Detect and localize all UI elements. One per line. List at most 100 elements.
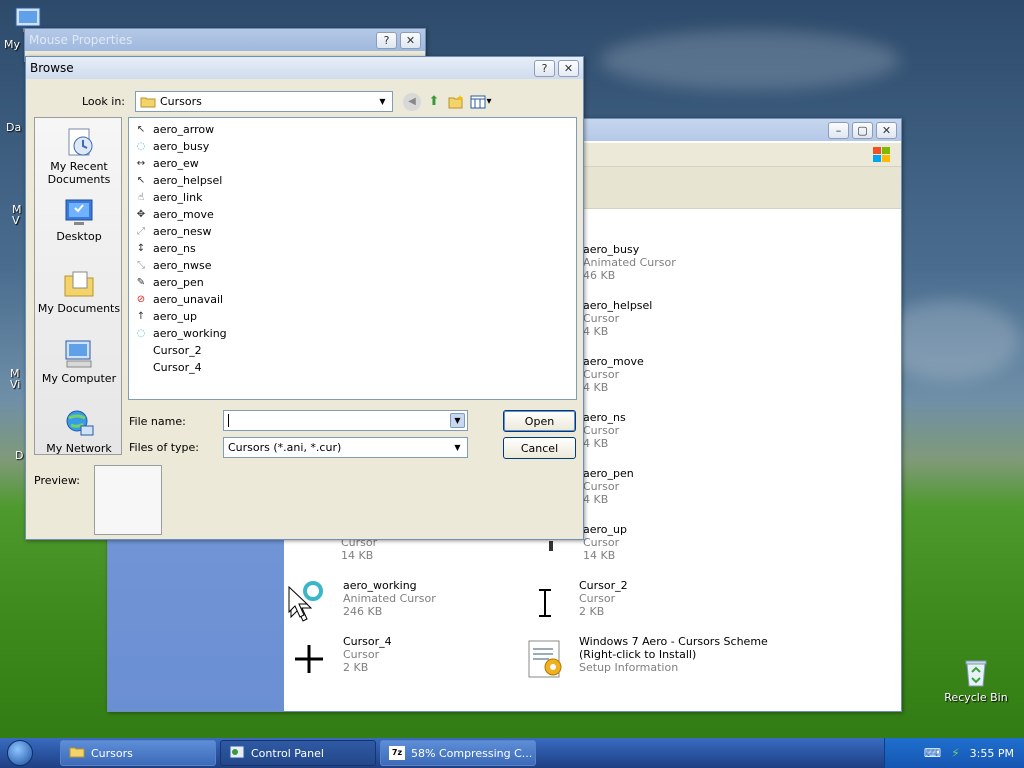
close-button[interactable]: ✕ [876, 121, 897, 139]
file-size: 246 KB [343, 605, 383, 618]
file-name: aero_ew [153, 157, 199, 170]
my-network-icon [63, 408, 95, 440]
file-name-input[interactable]: ▼ [223, 410, 468, 431]
file-name: aero_helpsel [583, 299, 653, 312]
desktop-icon-label: My [4, 38, 21, 51]
desktop-icon-label: Da [6, 121, 22, 134]
look-in-select[interactable]: Cursors ▼ [135, 91, 393, 112]
preview-pane [94, 465, 162, 535]
places-bar: My Recent Documents Desktop My Documents… [34, 117, 122, 455]
cancel-label: Cancel [520, 441, 559, 455]
file-name: aero_pen [153, 276, 204, 289]
file-size: 4 KB [583, 493, 609, 506]
crosshair-cursor-icon [285, 635, 333, 683]
open-button[interactable]: Open [503, 410, 576, 432]
folder-icon [140, 96, 156, 108]
clock[interactable]: 3:55 PM [970, 747, 1014, 760]
list-item[interactable]: ↑ aero_up [133, 308, 572, 325]
desktop-icon [63, 196, 95, 228]
back-icon[interactable]: ◀ [403, 92, 421, 111]
minimize-button[interactable]: – [828, 121, 849, 139]
chevron-down-icon[interactable]: ▼ [375, 94, 390, 109]
file-type: Cursor [583, 368, 620, 381]
file-name: Windows 7 Aero - Cursors Scheme (Right-c… [579, 635, 768, 661]
up-folder-icon[interactable]: ⬆ [425, 93, 443, 111]
file-item[interactable]: aero_busy Animated Cursor 46 KB [583, 243, 676, 282]
place-my-network[interactable]: My Network [35, 408, 123, 455]
working-cursor-icon: ◌ [136, 328, 146, 339]
list-item[interactable]: ⤡ aero_nwse [133, 257, 572, 274]
list-item[interactable]: ◌ aero_working [133, 325, 572, 342]
file-item[interactable]: aero_pen Cursor 4 KB [583, 467, 634, 506]
browse-titlebar[interactable]: Browse ? ✕ [26, 57, 583, 79]
file-type: Animated Cursor [343, 592, 436, 605]
link-cursor-icon: ☝ [137, 192, 145, 203]
list-item[interactable]: ⊘ aero_unavail [133, 291, 572, 308]
file-name: aero_busy [583, 243, 640, 256]
list-item[interactable]: ✎ aero_pen [133, 274, 572, 291]
file-name: aero_up [153, 310, 197, 323]
cancel-button[interactable]: Cancel [503, 437, 576, 459]
place-my-computer[interactable]: My Computer [35, 338, 123, 385]
desktop-icon-label: D [15, 449, 24, 462]
list-item[interactable]: ↔ aero_ew [133, 155, 572, 172]
new-folder-icon[interactable] [447, 93, 465, 111]
taskbar-button-control-panel[interactable]: Control Panel [220, 740, 376, 766]
chevron-down-icon[interactable]: ▼ [450, 413, 465, 428]
file-name: aero_ns [153, 242, 196, 255]
file-size: 2 KB [579, 605, 605, 618]
file-item[interactable]: Cursor_2 Cursor 2 KB [521, 579, 628, 627]
place-desktop[interactable]: Desktop [35, 196, 123, 243]
place-my-documents[interactable]: My Documents [35, 268, 123, 315]
list-item[interactable]: ↕ aero_ns [133, 240, 572, 257]
taskbar-button-7zip[interactable]: 7z 58% Compressing C... [380, 740, 536, 766]
move-cursor-icon: ✥ [136, 209, 146, 220]
view-menu-icon[interactable]: ▾ [469, 93, 493, 111]
close-button[interactable]: ✕ [558, 59, 579, 77]
recycle-bin-label: Recycle Bin [944, 691, 1008, 704]
taskbar-button-cursors[interactable]: Cursors [60, 740, 216, 766]
place-recent-documents[interactable]: My Recent Documents [35, 126, 123, 186]
help-button[interactable]: ? [376, 31, 397, 49]
desktop-icon-recycle-bin[interactable]: Recycle Bin [938, 656, 1014, 704]
file-type: Cursor [583, 480, 620, 493]
file-item[interactable]: Cursor_4 Cursor 2 KB [285, 635, 392, 683]
browse-dialog: Browse ? ✕ Look in: Cursors ▼ ◀ ⬆ ▾ My R… [25, 56, 584, 540]
list-item[interactable]: ⤢ aero_nesw [133, 223, 572, 240]
look-in-label: Look in: [82, 95, 125, 108]
network-icon[interactable]: ⚡ [951, 746, 959, 760]
file-name: aero_move [153, 208, 214, 221]
file-type: Animated Cursor [583, 256, 676, 269]
file-size: 4 KB [583, 325, 609, 338]
file-type: Cursor [343, 648, 380, 661]
mouse-properties-titlebar[interactable]: Mouse Properties ? ✕ [25, 29, 425, 51]
chevron-down-icon[interactable]: ▼ [450, 440, 465, 455]
pen-cursor-icon: ✎ [136, 277, 146, 288]
list-item[interactable]: ☝ aero_link [133, 189, 572, 206]
file-type: Cursor [583, 536, 620, 549]
file-name: aero_working [343, 579, 417, 592]
list-item[interactable]: Cursor_2 [133, 342, 572, 359]
file-item[interactable]: aero_helpsel Cursor 4 KB [583, 299, 652, 338]
file-item[interactable]: Windows 7 Aero - Cursors Scheme (Right-c… [521, 635, 768, 683]
file-name: Cursor_4 [343, 635, 392, 648]
7zip-icon: 7z [389, 746, 405, 760]
files-of-type-select[interactable]: Cursors (*.ani, *.cur) ▼ [223, 437, 468, 458]
list-item[interactable]: ✥ aero_move [133, 206, 572, 223]
ew-resize-cursor-icon: ↔ [136, 158, 146, 169]
list-item[interactable]: ↖ aero_arrow [133, 121, 572, 138]
keyboard-icon[interactable]: ⌨ [924, 746, 941, 760]
close-button[interactable]: ✕ [400, 31, 421, 49]
help-button[interactable]: ? [534, 59, 555, 77]
cloud [600, 30, 900, 90]
list-item[interactable]: ↖ aero_helpsel [133, 172, 572, 189]
list-item[interactable]: Cursor_4 [133, 359, 572, 376]
list-item[interactable]: ◌ aero_busy [133, 138, 572, 155]
file-size: 46 KB [583, 269, 616, 282]
start-button[interactable] [0, 738, 40, 768]
file-item[interactable]: aero_move Cursor 4 KB [583, 355, 644, 394]
recent-documents-icon [63, 126, 95, 158]
file-item[interactable]: aero_ns Cursor 4 KB [583, 411, 626, 450]
maximize-button[interactable]: ▢ [852, 121, 873, 139]
taskbar-button-label: 58% Compressing C... [411, 746, 533, 760]
